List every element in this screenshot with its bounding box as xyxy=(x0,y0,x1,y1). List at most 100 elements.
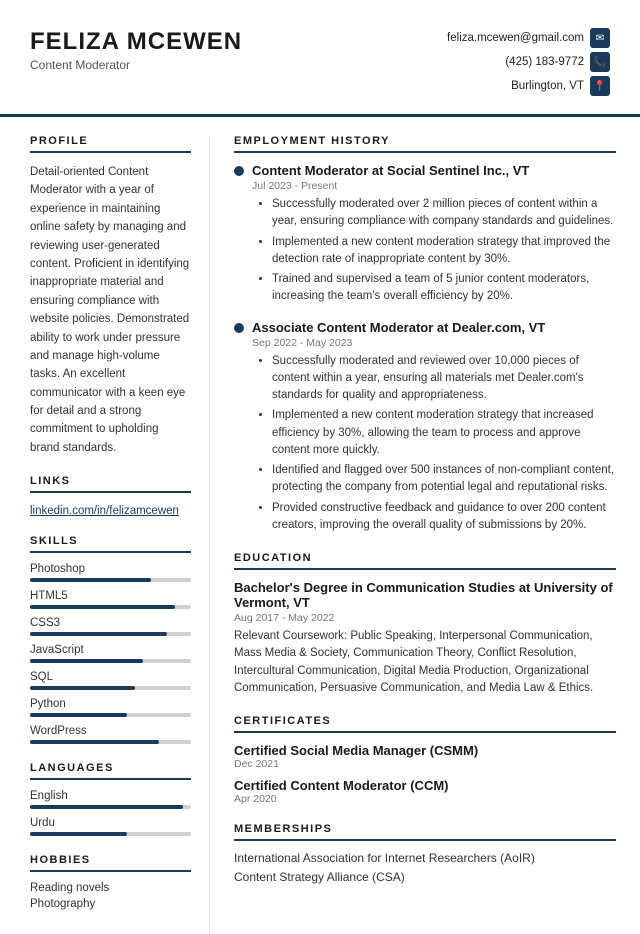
job-header: Content Moderator at Social Sentinel Inc… xyxy=(234,163,616,178)
cert-name: Certified Content Moderator (CCM) xyxy=(234,778,616,793)
skill-name: WordPress xyxy=(30,725,191,737)
job-dot xyxy=(234,323,244,333)
employment-section-title: EMPLOYMENT HISTORY xyxy=(234,135,616,153)
links-section-title: LINKS xyxy=(30,475,191,493)
location-icon: 📍 xyxy=(590,76,610,96)
job-dates: Jul 2023 - Present xyxy=(252,180,616,192)
skill-bar-fill xyxy=(30,605,175,609)
email-row: feliza.mcewen@gmail.com ✉ xyxy=(447,28,610,48)
skill-bar-bg xyxy=(30,578,191,582)
hobby-item: Reading novels xyxy=(30,882,191,894)
main-content: PROFILE Detail-oriented Content Moderato… xyxy=(0,117,640,934)
profile-text: Detail-oriented Content Moderator with a… xyxy=(30,163,191,457)
language-name: English xyxy=(30,790,191,802)
job-entry: Content Moderator at Social Sentinel Inc… xyxy=(234,163,616,306)
right-column: EMPLOYMENT HISTORY Content Moderator at … xyxy=(210,135,640,934)
skills-list: Photoshop HTML5 CSS3 JavaScript SQL xyxy=(30,563,191,744)
language-bar-bg xyxy=(30,832,191,836)
edu-dates: Aug 2017 - May 2022 xyxy=(234,612,616,624)
cert-name: Certified Social Media Manager (CSMM) xyxy=(234,743,616,758)
skill-name: Python xyxy=(30,698,191,710)
membership-item: International Association for Internet R… xyxy=(234,851,616,865)
job-title: Associate Content Moderator at Dealer.co… xyxy=(252,320,545,335)
languages-list: English Urdu xyxy=(30,790,191,836)
skill-bar-bg xyxy=(30,686,191,690)
skill-item: HTML5 xyxy=(30,590,191,609)
job-bullet: Successfully moderated over 2 million pi… xyxy=(272,196,616,231)
job-bullets: Successfully moderated and reviewed over… xyxy=(262,353,616,535)
skill-bar-bg xyxy=(30,605,191,609)
skill-bar-fill xyxy=(30,632,167,636)
skill-bar-fill xyxy=(30,659,143,663)
language-item: Urdu xyxy=(30,817,191,836)
language-bar-fill xyxy=(30,805,183,809)
skill-bar-bg xyxy=(30,632,191,636)
skill-name: HTML5 xyxy=(30,590,191,602)
skill-name: Photoshop xyxy=(30,563,191,575)
hobby-item: Photography xyxy=(30,898,191,910)
hobbies-list: Reading novels Photography xyxy=(30,882,191,910)
job-bullets: Successfully moderated over 2 million pi… xyxy=(262,196,616,306)
job-bullet: Identified and flagged over 500 instance… xyxy=(272,462,616,497)
job-bullet: Implemented a new content moderation str… xyxy=(272,407,616,459)
hobbies-section-title: HOBBIES xyxy=(30,854,191,872)
location-text: Burlington, VT xyxy=(511,80,584,92)
education-entry: Bachelor's Degree in Communication Studi… xyxy=(234,580,616,697)
skill-bar-bg xyxy=(30,659,191,663)
skill-bar-fill xyxy=(30,740,159,744)
memberships-list: International Association for Internet R… xyxy=(234,851,616,884)
header-right: feliza.mcewen@gmail.com ✉ (425) 183-9772… xyxy=(447,28,610,96)
skill-item: SQL xyxy=(30,671,191,690)
skill-name: JavaScript xyxy=(30,644,191,656)
job-dates: Sep 2022 - May 2023 xyxy=(252,337,616,349)
edu-coursework: Relevant Coursework: Public Speaking, In… xyxy=(234,628,616,697)
skills-section-title: SKILLS xyxy=(30,535,191,553)
phone-icon: 📞 xyxy=(590,52,610,72)
skill-item: Photoshop xyxy=(30,563,191,582)
certificates-section-title: CERTIFICATES xyxy=(234,715,616,733)
header-left: FELIZA MCEWEN Content Moderator xyxy=(30,28,242,72)
membership-item: Content Strategy Alliance (CSA) xyxy=(234,870,616,884)
coursework-label: Relevant Coursework: xyxy=(234,630,347,642)
skill-item: JavaScript xyxy=(30,644,191,663)
job-bullet: Successfully moderated and reviewed over… xyxy=(272,353,616,405)
languages-section-title: LANGUAGES xyxy=(30,762,191,780)
cert-item: Certified Social Media Manager (CSMM) De… xyxy=(234,743,616,770)
job-entry: Associate Content Moderator at Dealer.co… xyxy=(234,320,616,535)
language-name: Urdu xyxy=(30,817,191,829)
cert-date: Apr 2020 xyxy=(234,793,616,805)
skill-item: Python xyxy=(30,698,191,717)
skill-bar-fill xyxy=(30,713,127,717)
language-bar-bg xyxy=(30,805,191,809)
skill-bar-fill xyxy=(30,686,135,690)
job-title: Content Moderator at Social Sentinel Inc… xyxy=(252,163,529,178)
job-header: Associate Content Moderator at Dealer.co… xyxy=(234,320,616,335)
candidate-name: FELIZA MCEWEN xyxy=(30,28,242,56)
language-item: English xyxy=(30,790,191,809)
skill-item: CSS3 xyxy=(30,617,191,636)
job-dot xyxy=(234,166,244,176)
cert-item: Certified Content Moderator (CCM) Apr 20… xyxy=(234,778,616,805)
candidate-title: Content Moderator xyxy=(30,58,242,72)
skill-name: SQL xyxy=(30,671,191,683)
cert-date: Dec 2021 xyxy=(234,758,616,770)
profile-section-title: PROFILE xyxy=(30,135,191,153)
email-icon: ✉ xyxy=(590,28,610,48)
left-column: PROFILE Detail-oriented Content Moderato… xyxy=(0,135,210,934)
links-list: linkedin.com/in/felizamcewen xyxy=(30,503,191,517)
job-bullet: Implemented a new content moderation str… xyxy=(272,234,616,269)
skill-bar-fill xyxy=(30,578,151,582)
education-section-title: EDUCATION xyxy=(234,552,616,570)
language-bar-fill xyxy=(30,832,127,836)
skill-bar-bg xyxy=(30,740,191,744)
jobs-list: Content Moderator at Social Sentinel Inc… xyxy=(234,163,616,534)
link-item[interactable]: linkedin.com/in/felizamcewen xyxy=(30,505,179,517)
phone-row: (425) 183-9772 📞 xyxy=(505,52,610,72)
edu-degree: Bachelor's Degree in Communication Studi… xyxy=(234,580,616,610)
email-text: feliza.mcewen@gmail.com xyxy=(447,32,584,44)
skill-bar-bg xyxy=(30,713,191,717)
job-bullet: Provided constructive feedback and guida… xyxy=(272,500,616,535)
skill-name: CSS3 xyxy=(30,617,191,629)
phone-text: (425) 183-9772 xyxy=(505,56,584,68)
memberships-section-title: MEMBERSHIPS xyxy=(234,823,616,841)
